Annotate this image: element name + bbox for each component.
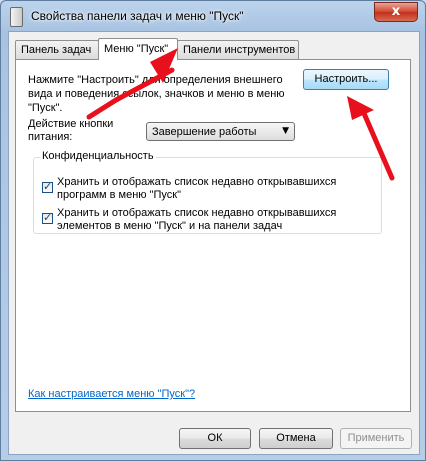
tab-start-menu[interactable]: Меню "Пуск" — [98, 38, 178, 60]
help-link[interactable]: Как настраивается меню "Пуск"? — [28, 388, 195, 400]
customize-description-line: Нажмите "Настроить" для определения внеш… — [28, 74, 283, 86]
power-label-line: Действие кнопки — [28, 118, 114, 130]
close-button[interactable]: x — [374, 2, 418, 22]
customize-description-line: вида и поведения ссылок, значков и меню … — [28, 88, 285, 100]
customize-description-line: "Пуск". — [28, 102, 63, 114]
ok-button[interactable]: ОК — [179, 428, 251, 449]
power-label-line: питания: — [28, 131, 73, 143]
customize-description: Нажмите "Настроить" для определения внеш… — [28, 73, 288, 115]
power-action-dropdown[interactable]: Завершение работы ▼ — [146, 122, 295, 141]
recent-items-label[interactable]: Хранить и отображать список недавно откр… — [57, 207, 336, 233]
checkmark-icon: ✓ — [43, 180, 53, 193]
dialog-client-area: Панель задач Меню "Пуск" Панели инструме… — [8, 31, 420, 455]
tab-taskbar[interactable]: Панель задач — [15, 40, 99, 59]
dialog-window: Свойства панели задач и меню "Пуск" x Па… — [0, 0, 426, 461]
recent-programs-label-line: Хранить и отображать список недавно откр… — [57, 176, 337, 188]
power-button-action-label: Действие кнопки питания: — [28, 118, 113, 144]
recent-items-checkbox[interactable]: ✓ — [42, 211, 53, 224]
window-title: Свойства панели задач и меню "Пуск" — [31, 9, 244, 23]
title-bar[interactable]: Свойства панели задач и меню "Пуск" x — [1, 1, 425, 31]
recent-items-label-line: Хранить и отображать список недавно откр… — [57, 207, 337, 219]
recent-programs-label[interactable]: Хранить и отображать список недавно откр… — [57, 176, 336, 202]
recent-programs-checkbox[interactable]: ✓ — [42, 180, 53, 193]
recent-items-label-line: элементов в меню "Пуск" и на панели зада… — [57, 220, 283, 232]
recent-programs-label-line: программ в меню "Пуск" — [57, 189, 181, 201]
taskbar-properties-icon — [10, 7, 23, 27]
cancel-button[interactable]: Отмена — [259, 428, 333, 449]
tab-toolbars[interactable]: Панели инструментов — [177, 40, 299, 59]
privacy-group: Конфиденциальность ✓ Хранить и отображат… — [33, 150, 382, 234]
customize-button[interactable]: Настроить... — [303, 69, 389, 90]
dropdown-arrow-icon: ▼ — [282, 126, 289, 136]
apply-button[interactable]: Применить — [340, 428, 412, 449]
checkmark-icon: ✓ — [43, 211, 53, 224]
power-action-value: Завершение работы — [152, 126, 257, 138]
privacy-group-title: Конфиденциальность — [40, 150, 156, 162]
